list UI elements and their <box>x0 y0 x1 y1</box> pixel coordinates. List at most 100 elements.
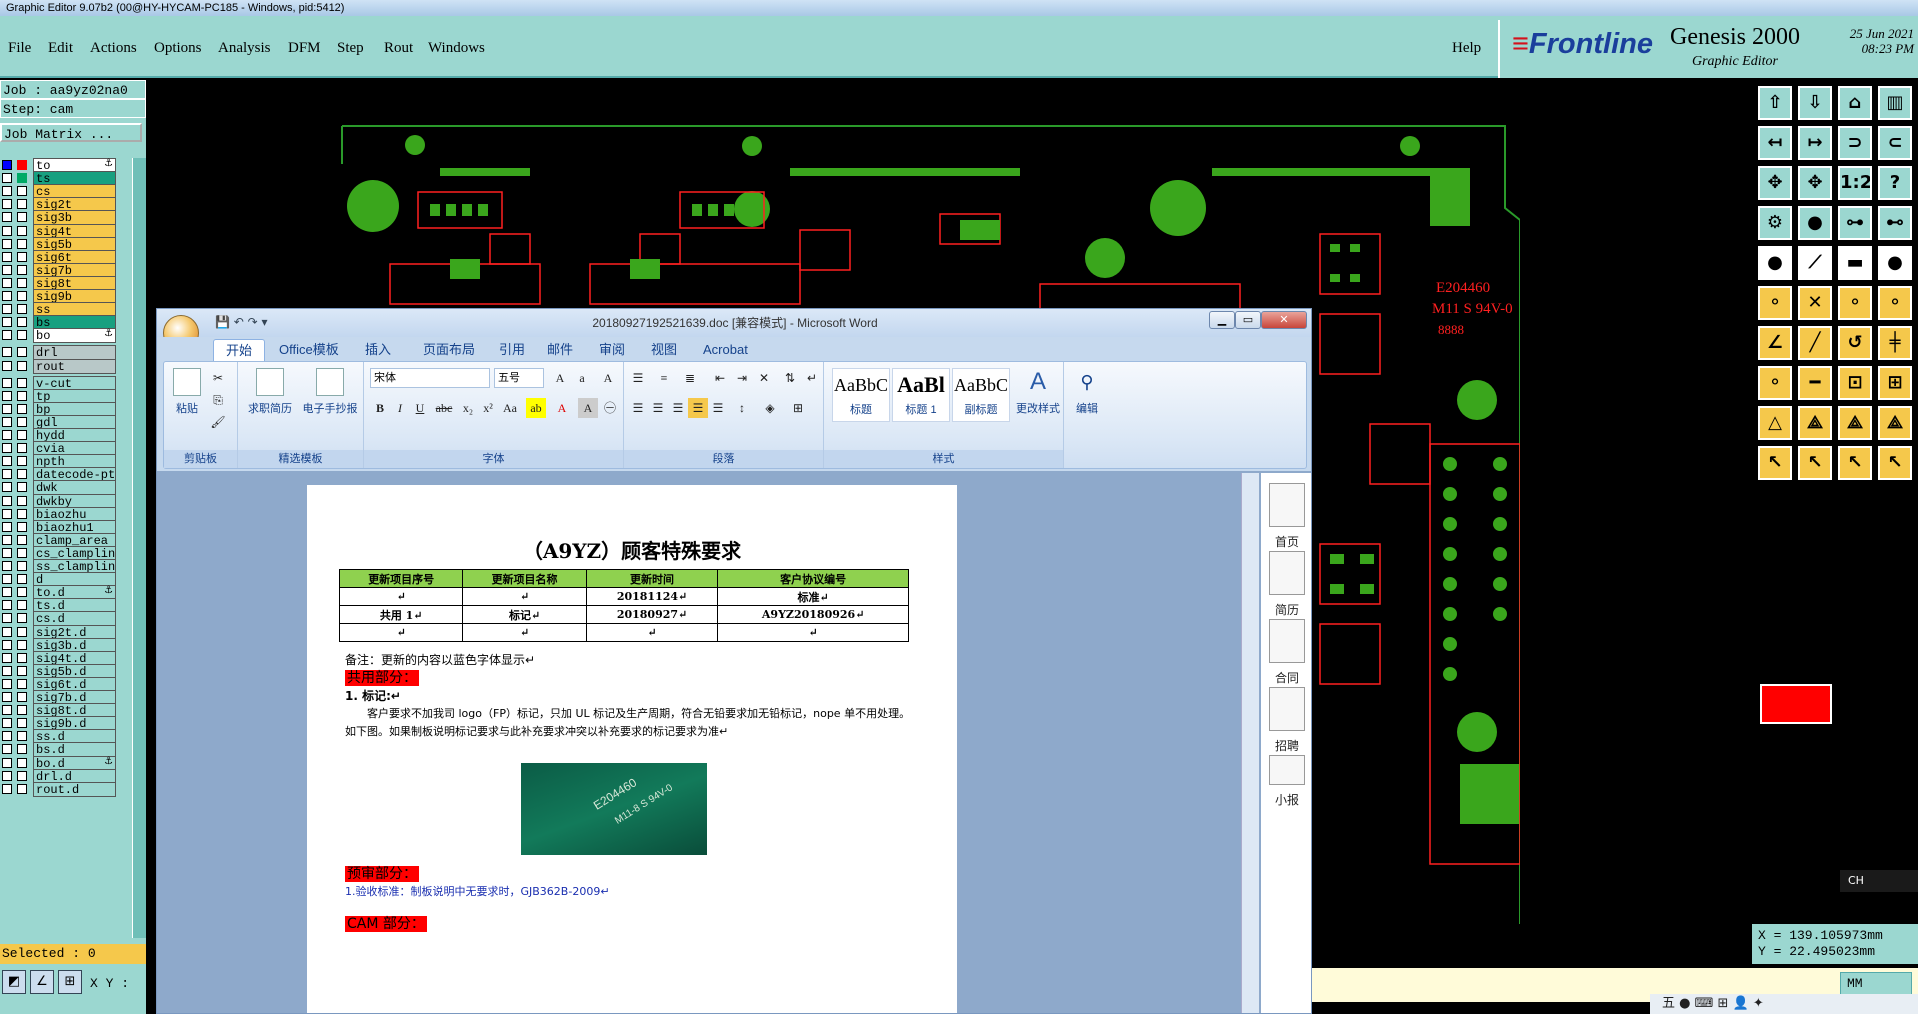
layer-checkbox[interactable] <box>2 443 12 454</box>
layer-checkbox[interactable] <box>2 173 12 184</box>
layer-name[interactable]: rout.d <box>33 781 116 797</box>
layer-checkbox[interactable] <box>2 251 12 262</box>
layer-checkbox[interactable] <box>2 718 12 729</box>
layer-checkbox[interactable] <box>17 347 27 358</box>
side-home[interactable]: 首页 <box>1261 483 1311 550</box>
layer-checkbox[interactable] <box>2 534 12 545</box>
layer-checkbox[interactable] <box>17 377 27 388</box>
tab-insert[interactable]: 插入 <box>353 339 403 361</box>
increase-indent-icon[interactable]: ⇥ <box>732 368 752 388</box>
borders-icon[interactable]: ⊞ <box>788 398 808 418</box>
tab-review[interactable]: 审阅 <box>587 339 637 361</box>
tool-button-19[interactable]: ● <box>1878 246 1912 280</box>
show-marks-icon[interactable]: ↵ <box>802 368 822 388</box>
side-newsletter[interactable]: 小报 <box>1261 755 1311 808</box>
layer-checkbox[interactable] <box>17 639 27 650</box>
tab-office-templates[interactable]: Office模板 <box>267 339 351 361</box>
bullets-icon[interactable]: ☰ <box>628 368 648 388</box>
layer-checkbox[interactable] <box>17 360 27 371</box>
tool-button-4[interactable]: ↤ <box>1758 126 1792 160</box>
layer-checkbox[interactable] <box>2 347 12 358</box>
layer-checkbox[interactable] <box>17 508 27 519</box>
menu-options[interactable]: Options <box>154 40 202 57</box>
layer-checkbox[interactable] <box>2 613 12 624</box>
layer-checkbox[interactable] <box>2 639 12 650</box>
layer-checkbox[interactable] <box>2 377 12 388</box>
superscript-icon[interactable]: x² <box>478 398 498 418</box>
tool-button-17[interactable]: ⟋ <box>1798 246 1832 280</box>
layer-checkbox[interactable] <box>17 430 27 440</box>
layer-checkbox[interactable] <box>17 534 27 545</box>
tab-acrobat[interactable]: Acrobat <box>691 339 760 361</box>
layer-row[interactable]: bo ⚓ <box>0 328 132 344</box>
layer-checkbox[interactable] <box>2 304 12 315</box>
italic-icon[interactable]: I <box>390 398 410 418</box>
layer-checkbox[interactable] <box>2 783 12 794</box>
tool-button-12[interactable]: ⚙ <box>1758 206 1792 240</box>
menu-rout[interactable]: Rout <box>384 40 413 57</box>
layer-checkbox[interactable] <box>17 665 27 676</box>
bold-icon[interactable]: B <box>370 398 390 418</box>
tool-button-9[interactable]: ✥ <box>1798 166 1832 200</box>
menu-windows[interactable]: Windows <box>428 40 485 57</box>
layer-checkbox[interactable] <box>17 330 27 341</box>
menu-dfm[interactable]: DFM <box>288 40 321 57</box>
layer-checkbox[interactable] <box>17 600 27 611</box>
layer-checkbox[interactable] <box>17 705 27 716</box>
style-subtitle[interactable]: AaBbC 副标题 <box>952 368 1010 422</box>
layer-checkbox[interactable] <box>17 186 27 197</box>
layer-checkbox[interactable] <box>2 561 12 571</box>
layer-row[interactable]: rout.d <box>0 781 132 797</box>
tab-view[interactable]: 视图 <box>639 339 689 361</box>
layer-checkbox[interactable] <box>2 757 12 768</box>
resume-template-button[interactable]: 求职简历 <box>242 368 298 416</box>
decrease-indent-icon[interactable]: ⇤ <box>710 368 730 388</box>
layer-checkbox[interactable] <box>17 547 27 558</box>
layer-checkbox[interactable] <box>17 521 27 532</box>
tool-button-37[interactable]: ↖ <box>1798 446 1832 480</box>
layer-checkbox[interactable] <box>17 443 27 454</box>
layer-checkbox[interactable] <box>17 495 27 506</box>
menu-file[interactable]: File <box>8 40 31 57</box>
layer-checkbox[interactable] <box>17 482 27 493</box>
layer-checkbox[interactable] <box>17 264 27 275</box>
layer-name[interactable]: rout <box>33 358 116 374</box>
layer-checkbox[interactable] <box>17 783 27 794</box>
layer-checkbox[interactable] <box>17 251 27 262</box>
tool-button-14[interactable]: ⊶ <box>1838 206 1872 240</box>
layer-checkbox[interactable] <box>17 317 27 328</box>
tool-button-13[interactable]: ● <box>1798 206 1832 240</box>
job-matrix-button[interactable]: Job Matrix ... <box>0 123 142 142</box>
quick-access-toolbar[interactable]: 💾 ↶ ↷ ▾ <box>215 315 268 329</box>
layer-checkbox[interactable] <box>17 212 27 223</box>
document-scrollbar[interactable] <box>1241 473 1259 1013</box>
font-name-select[interactable]: 宋体 <box>370 368 490 388</box>
change-case-icon[interactable]: Aa <box>500 398 520 418</box>
tool-button-1[interactable]: ⇩ <box>1798 86 1832 120</box>
line-spacing-icon[interactable]: ↕ <box>732 398 752 418</box>
layer-checkbox[interactable] <box>2 665 12 676</box>
layer-checkbox[interactable] <box>2 770 12 781</box>
paste-button[interactable]: 粘贴 <box>170 368 204 416</box>
document-page[interactable]: （A9YZ）顾客特殊要求 更新项目序号 更新项目名称 更新时间 客户协议编号 ↵… <box>307 485 957 1013</box>
zoom-icon[interactable]: ◩ <box>2 970 26 994</box>
layer-checkbox[interactable] <box>17 238 27 249</box>
tool-button-5[interactable]: ↦ <box>1798 126 1832 160</box>
layer-checkbox[interactable] <box>17 456 27 467</box>
ime-indicator[interactable]: CH <box>1840 870 1918 892</box>
layer-checkbox[interactable] <box>17 613 27 624</box>
layer-checkbox[interactable] <box>2 574 12 585</box>
highlight-icon[interactable]: ab <box>526 398 546 418</box>
layer-checkbox[interactable] <box>2 547 12 558</box>
menu-help[interactable]: Help <box>1452 40 1481 57</box>
layer-checkbox[interactable] <box>17 770 27 781</box>
grid-icon[interactable]: ⊞ <box>58 970 82 994</box>
layer-checkbox[interactable] <box>2 600 12 611</box>
layer-checkbox[interactable] <box>2 731 12 742</box>
newsletter-template-button[interactable]: 电子手抄报 <box>298 368 362 416</box>
layer-checkbox[interactable] <box>17 678 27 689</box>
tool-button-30[interactable]: ⊡ <box>1838 366 1872 400</box>
menu-analysis[interactable]: Analysis <box>218 40 271 57</box>
cut-icon[interactable]: ✂ <box>208 368 228 388</box>
layer-checkbox[interactable] <box>17 304 27 315</box>
